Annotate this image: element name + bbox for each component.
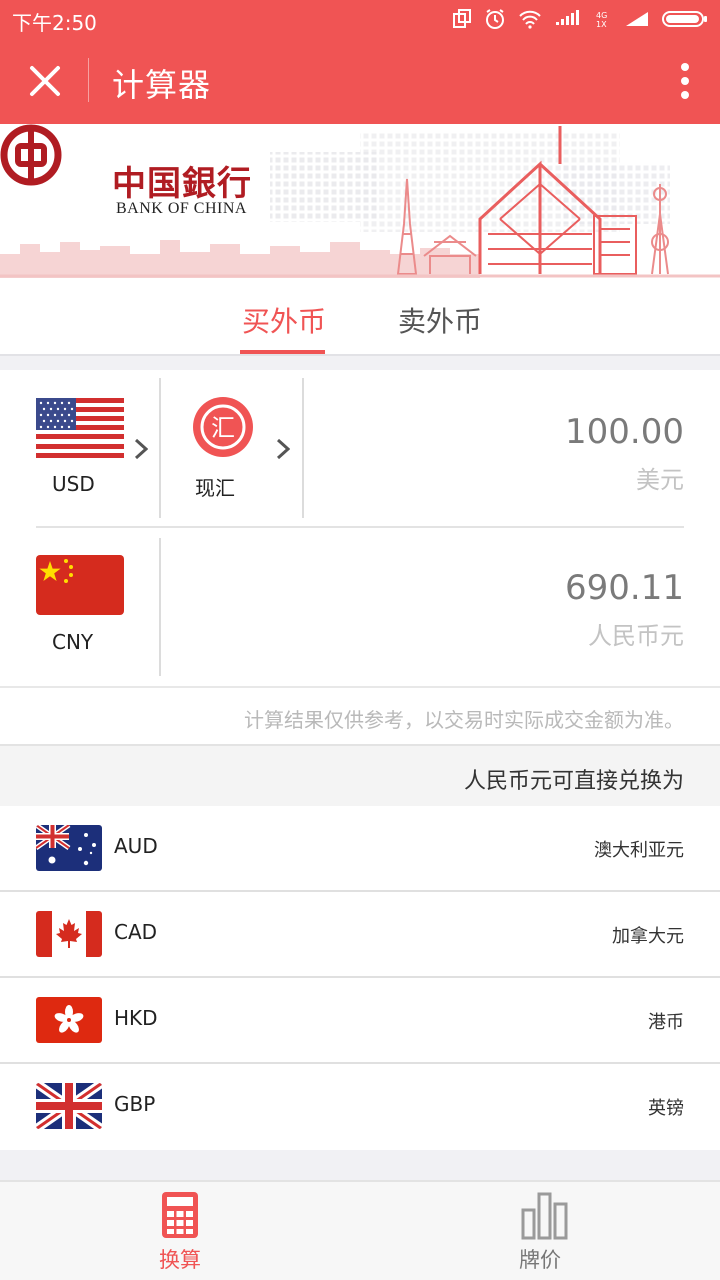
nav-rates[interactable]: 牌价: [360, 1182, 720, 1280]
remittance-icon-glyph: 汇: [211, 414, 235, 442]
tab-buy-foreign-currency[interactable]: 买外币: [242, 300, 326, 340]
battery-icon: [662, 11, 707, 27]
divider: [159, 378, 161, 518]
svg-text:1X: 1X: [596, 20, 607, 29]
wifi-icon: [519, 10, 541, 29]
us-flag: [36, 398, 124, 458]
app-bar: 计算器: [0, 38, 720, 124]
au-flag: [36, 825, 102, 871]
app-bar-divider: [88, 58, 89, 102]
remittance-icon: 汇: [193, 397, 253, 457]
signal-icon: [626, 12, 648, 26]
list-item-hkd[interactable]: HKD 港币: [0, 978, 720, 1064]
hk-flag: [36, 997, 102, 1043]
bottom-navigation: 换算 牌价: [0, 1180, 720, 1280]
nav-converter[interactable]: 换算: [0, 1182, 360, 1280]
currency-code: HKD: [114, 1006, 158, 1030]
network-type-icon: 4G1X: [596, 11, 607, 29]
currency-code: GBP: [114, 1092, 156, 1116]
disclaimer-row: 计算结果仅供参考，以交易时实际成交金额为准。: [0, 686, 720, 746]
screen-mirror-icon: [453, 9, 471, 28]
svg-text:4G: 4G: [596, 11, 607, 20]
currency-list: AUD 澳大利亚元 CAD 加拿大元 HKD 港币 GBP 英镑: [0, 806, 720, 1150]
bar-chart-icon: [521, 1192, 568, 1240]
divider: [36, 526, 684, 528]
ca-flag: [36, 911, 102, 957]
exchange-mode-selector[interactable]: 汇 现汇: [162, 370, 304, 520]
currency-converter: USD 汇 现汇 100.00 美元 CNY 690.11 人民币元: [0, 370, 720, 686]
exchange-mode-label: 现汇: [195, 476, 235, 500]
more-options-icon[interactable]: [680, 62, 690, 100]
currency-code: CAD: [114, 920, 158, 944]
bank-name-english: BANK OF CHINA: [116, 200, 247, 217]
active-tab-indicator: [240, 350, 325, 354]
list-item-aud[interactable]: AUD 澳大利亚元: [0, 806, 720, 892]
city-skyline-illustration: [0, 124, 720, 278]
section-title: 人民币元可直接兑换为: [463, 769, 684, 794]
divider: [159, 538, 161, 676]
status-time: 下午2:50: [12, 11, 97, 35]
status-bar: 下午2:50 4G 1X: [0, 0, 720, 38]
list-item-cad[interactable]: CAD 加拿大元: [0, 892, 720, 978]
from-currency-code: USD: [52, 472, 95, 496]
signal-dots-icon: [556, 10, 579, 25]
buy-sell-tabs: 买外币 卖外币: [0, 278, 720, 356]
cn-flag: [36, 555, 124, 615]
disclaimer-text: 计算结果仅供参考，以交易时实际成交金额为准。: [244, 708, 684, 732]
chevron-right-icon: [276, 438, 290, 460]
currency-code: AUD: [114, 834, 158, 858]
currency-name: 英镑: [648, 1098, 684, 1119]
alarm-icon: [486, 9, 504, 29]
from-amount-value: 100.00: [565, 412, 684, 452]
nav-converter-label: 换算: [159, 1248, 201, 1272]
tab-sell-foreign-currency[interactable]: 卖外币: [398, 300, 482, 340]
gb-flag: [36, 1083, 102, 1129]
to-amount-field[interactable]: 690.11 人民币元: [162, 530, 720, 686]
chevron-right-icon: [134, 438, 148, 460]
bank-name-chinese: 中国銀行: [112, 164, 252, 204]
bank-banner: 中国銀行 BANK OF CHINA: [0, 124, 720, 278]
currency-name: 澳大利亚元: [594, 840, 684, 861]
nav-rates-label: 牌价: [519, 1248, 561, 1272]
from-currency-selector[interactable]: USD: [0, 370, 160, 520]
to-amount-value: 690.11: [565, 568, 684, 608]
page-title: 计算器: [112, 66, 212, 104]
currency-name: 港币: [648, 1012, 684, 1033]
calculator-icon: [162, 1192, 198, 1238]
from-amount-field[interactable]: 100.00 美元: [304, 370, 720, 520]
currency-name: 加拿大元: [612, 926, 684, 947]
convertible-currencies-header: 人民币元可直接兑换为: [0, 746, 720, 806]
list-item-gbp[interactable]: GBP 英镑: [0, 1064, 720, 1150]
to-currency-unit: 人民币元: [588, 622, 684, 650]
to-currency-selector[interactable]: CNY: [0, 530, 160, 686]
to-currency-code: CNY: [52, 630, 94, 654]
from-currency-unit: 美元: [636, 466, 684, 494]
status-icons: 4G 1X: [452, 8, 708, 30]
close-icon[interactable]: [26, 62, 64, 100]
bank-of-china-logo-icon: [0, 124, 62, 186]
